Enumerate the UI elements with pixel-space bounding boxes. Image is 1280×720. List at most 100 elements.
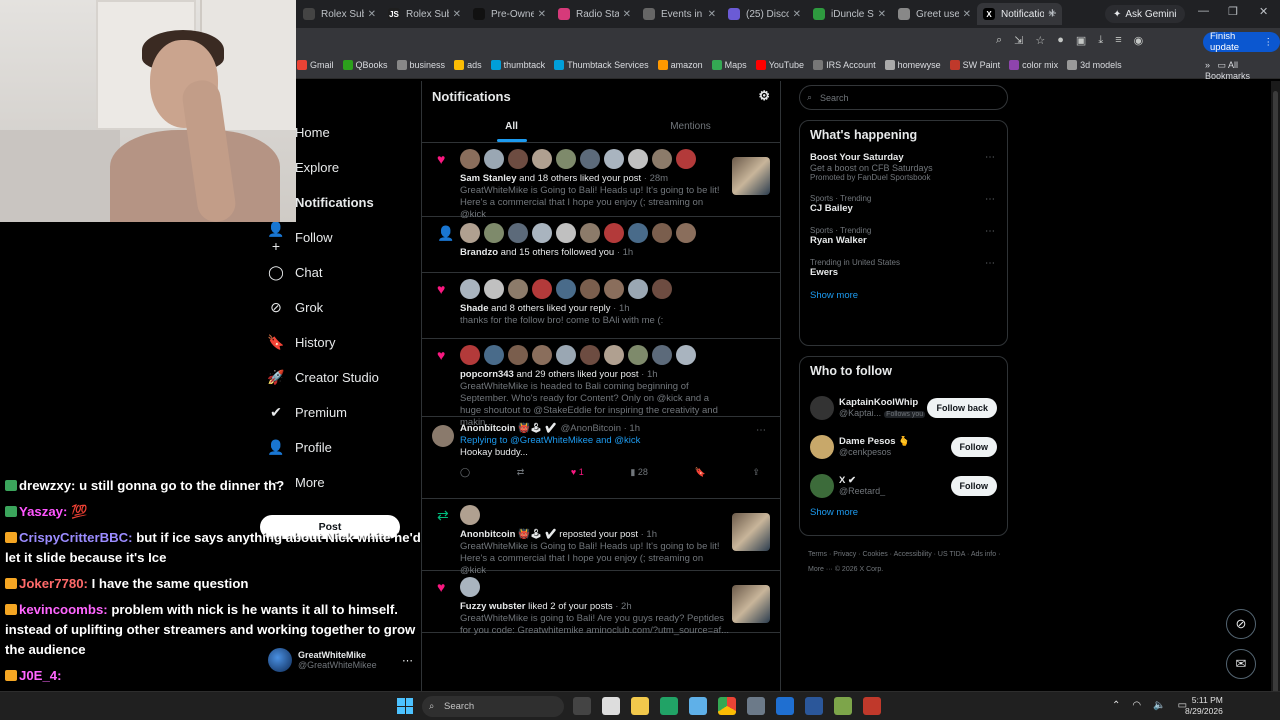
more-icon[interactable]: ⋯ — [985, 226, 995, 237]
calculator-icon[interactable] — [747, 697, 765, 715]
task-view-icon[interactable] — [573, 697, 591, 715]
avatar[interactable] — [460, 577, 480, 597]
avatar[interactable] — [652, 279, 672, 299]
avatar[interactable] — [532, 149, 552, 169]
notification-item[interactable]: ♥ Shade and 8 others liked your reply · 1… — [422, 273, 780, 339]
browser-tab[interactable]: (25) Disco ✕ — [722, 3, 807, 25]
nav-item-grok[interactable]: ⊘ Grok — [265, 290, 420, 325]
chevron-up-icon[interactable]: ⌃ — [1112, 700, 1120, 711]
wifi-icon[interactable]: ◠ — [1132, 700, 1141, 711]
bookmark-item[interactable]: Thumbtack Services — [554, 60, 649, 70]
avatar[interactable] — [604, 345, 624, 365]
avatar[interactable] — [810, 395, 834, 420]
browser-tab[interactable]: iDuncle St ✕ — [807, 3, 892, 25]
show-more-link[interactable]: Show more — [810, 507, 997, 518]
trend-item[interactable]: Sports · Trending Ryan Walker ⋯ — [810, 226, 997, 246]
avatar[interactable] — [652, 223, 672, 243]
bookmark-item[interactable]: SW Paint — [949, 60, 1000, 70]
notification-item[interactable]: ♥ Sam Stanley and 18 others liked your po… — [422, 143, 780, 220]
browser-tab[interactable]: Greet user ✕ — [892, 3, 977, 25]
browser-tab[interactable]: JS Rolex Subr ✕ — [382, 3, 467, 25]
close-tab-icon[interactable]: ✕ — [453, 9, 461, 20]
bookmark-item[interactable]: 3d models — [1067, 60, 1122, 70]
avatar[interactable] — [628, 223, 648, 243]
user-name[interactable]: X ✔ — [839, 475, 951, 486]
avatar[interactable] — [604, 149, 624, 169]
avatar[interactable] — [460, 223, 480, 243]
extension-icon[interactable]: ● — [1057, 34, 1064, 47]
more-icon[interactable]: ⋯ — [756, 425, 766, 436]
avatar[interactable] — [508, 345, 528, 365]
post-thumbnail[interactable] — [732, 157, 770, 195]
avatar[interactable] — [508, 279, 528, 299]
more-icon[interactable]: ⋯ — [985, 194, 995, 205]
minimize-button[interactable]: — — [1198, 5, 1209, 17]
share-icon[interactable]: ⇪ — [752, 467, 760, 478]
browser-tab[interactable]: Rolex Subr ✕ — [297, 3, 382, 25]
avatar[interactable] — [532, 223, 552, 243]
avatar[interactable] — [484, 345, 504, 365]
avatar[interactable] — [652, 345, 672, 365]
search-input[interactable]: ⌕ Search — [799, 85, 1008, 110]
avatar[interactable] — [460, 149, 480, 169]
bookmark-icon[interactable]: 🔖 — [695, 467, 706, 478]
gear-icon[interactable]: ⚙ — [758, 88, 770, 104]
close-tab-icon[interactable]: ✕ — [708, 9, 716, 20]
messages-float-button[interactable]: ✉ — [1226, 649, 1256, 679]
restore-button[interactable]: ❐ — [1228, 5, 1238, 18]
bookmark-item[interactable]: homewyse — [884, 60, 941, 70]
views-button[interactable]: ▮ 28 — [630, 467, 647, 478]
avatar[interactable] — [508, 223, 528, 243]
avatar[interactable] — [652, 149, 672, 169]
avatar[interactable] — [810, 434, 834, 459]
avatar[interactable] — [604, 223, 624, 243]
nav-item-profile[interactable]: 👤 Profile — [265, 430, 420, 465]
reply-icon[interactable]: ◯ — [460, 467, 470, 478]
avatar[interactable] — [580, 279, 600, 299]
show-more-link[interactable]: Show more — [810, 290, 997, 301]
follow-suggestion[interactable]: Dame Pesos 🫰 @cenkpesos Follow — [810, 427, 997, 466]
nav-item-premium[interactable]: ✔ Premium — [265, 395, 420, 430]
tab-all[interactable]: All — [422, 111, 601, 142]
download-icon[interactable]: ⤓ — [1098, 34, 1103, 47]
avatar[interactable] — [580, 149, 600, 169]
more-icon[interactable]: ⋯ — [985, 152, 995, 163]
start-button[interactable] — [397, 698, 413, 714]
actor-name[interactable]: popcorn343 — [460, 369, 514, 380]
avatar[interactable] — [508, 149, 528, 169]
post-thumbnail[interactable] — [732, 513, 770, 551]
footer-links[interactable]: Terms · Privacy · Cookies · Accessibilit… — [808, 547, 1008, 577]
avatar[interactable] — [628, 149, 648, 169]
bookmark-item[interactable]: QBooks — [342, 60, 388, 70]
search-icon[interactable]: ⌕ — [996, 34, 1002, 47]
taskbar-clock[interactable]: 5:11 PM 8/29/2026 — [1185, 695, 1223, 717]
avatar[interactable] — [484, 223, 504, 243]
photos-icon[interactable] — [776, 697, 794, 715]
bookmark-item[interactable]: Gmail — [297, 60, 334, 70]
avatar[interactable] — [604, 279, 624, 299]
close-tab-icon[interactable]: ✕ — [963, 9, 971, 20]
browser-tab[interactable]: Pre-Owne ✕ — [467, 3, 552, 25]
avatar[interactable] — [484, 149, 504, 169]
avatar[interactable] — [810, 473, 834, 498]
ask-gemini-button[interactable]: ✦ Ask Gemini — [1105, 5, 1185, 23]
bookmark-item[interactable]: amazon — [657, 60, 703, 70]
bookmark-item[interactable]: ads — [454, 60, 482, 70]
tab-search-icon[interactable]: ≡ — [1115, 34, 1121, 47]
close-tab-icon[interactable]: ✕ — [538, 9, 546, 20]
follow-button[interactable]: Follow — [950, 436, 997, 457]
follow-button[interactable]: Follow back — [927, 397, 997, 418]
nav-item-chat[interactable]: ◯ Chat — [265, 255, 420, 290]
author-name[interactable]: Anonbitcoin 👹🕹 ✔ — [460, 423, 557, 434]
avatar[interactable] — [556, 345, 576, 365]
avatar[interactable] — [580, 223, 600, 243]
user-name[interactable]: KaptainKoolWhip — [839, 397, 927, 408]
follow-suggestion[interactable]: X ✔ @Reetard_ Follow — [810, 466, 997, 505]
browser-tab[interactable]: Radio Stat ✕ — [552, 3, 637, 25]
bookmark-item[interactable]: YouTube — [755, 60, 804, 70]
avatar[interactable] — [580, 345, 600, 365]
trend-item[interactable]: Boost Your Saturday Get a boost on CFB Sa… — [810, 152, 997, 182]
profile-icon[interactable]: ◉ — [1134, 34, 1144, 47]
tab-mentions[interactable]: Mentions — [601, 111, 780, 142]
avatar[interactable] — [676, 223, 696, 243]
